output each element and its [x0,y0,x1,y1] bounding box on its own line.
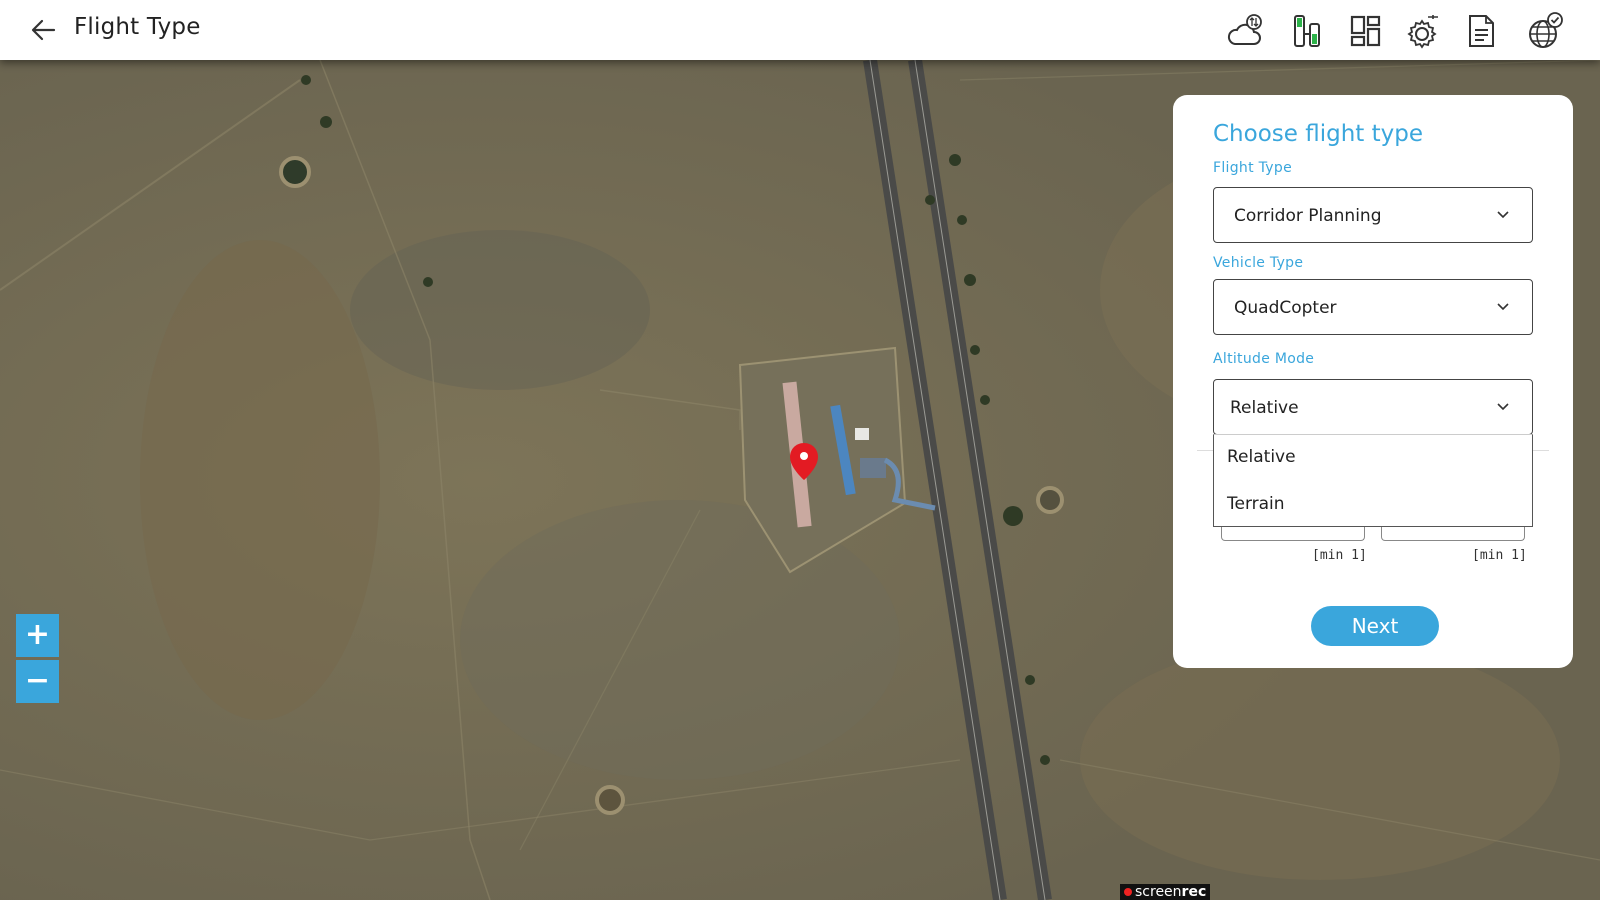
dropdown-option-terrain[interactable]: Terrain [1227,494,1285,514]
watermark-prefix: screen [1135,884,1182,900]
record-dot-icon [1124,888,1132,896]
altitude-mode-dropdown: Relative Terrain [1213,434,1533,527]
flight-type-label: Flight Type [1213,160,1292,176]
panel-title: Choose flight type [1213,121,1423,147]
altitude-mode-value: Relative [1230,398,1299,418]
next-button[interactable]: Next [1311,606,1439,646]
layout-icon[interactable] [1346,12,1384,50]
page-title: Flight Type [74,14,201,40]
vehicle-type-label: Vehicle Type [1213,255,1304,271]
document-icon[interactable] [1462,12,1500,50]
altitude-mode-select[interactable]: Relative [1213,379,1533,435]
flight-type-value: Corridor Planning [1234,206,1382,226]
back-arrow-icon[interactable] [28,14,60,46]
min-hint-right: [min 1] [1472,548,1527,563]
flight-type-panel: Choose flight type Flight Type Corridor … [1173,95,1573,668]
flight-type-select[interactable]: Corridor Planning [1213,187,1533,243]
screenrec-watermark: screenrec [1120,884,1211,900]
zoom-out-button[interactable]: − [16,660,59,703]
globe-check-icon[interactable] [1526,12,1564,50]
altitude-mode-label: Altitude Mode [1213,351,1315,367]
drone-settings-icon[interactable] [1404,12,1442,50]
zoom-in-button[interactable]: + [16,614,59,657]
chevron-down-icon [1497,303,1509,311]
watermark-suffix: rec [1181,884,1207,900]
chevron-down-icon [1497,211,1509,219]
vehicle-type-value: QuadCopter [1234,298,1337,318]
battery-status-icon[interactable] [1288,12,1326,50]
cloud-sync-icon[interactable] [1226,12,1264,50]
chevron-down-icon [1497,403,1509,411]
top-bar: Flight Type [0,0,1600,60]
dropdown-option-relative[interactable]: Relative [1227,447,1296,467]
vehicle-type-select[interactable]: QuadCopter [1213,279,1533,335]
min-hint-left: [min 1] [1312,548,1367,563]
